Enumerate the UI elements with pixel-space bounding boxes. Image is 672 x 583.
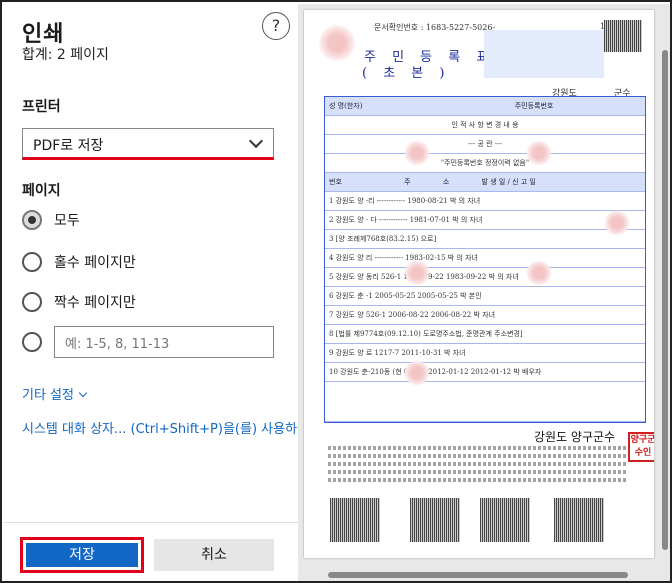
record-table: 성 명(한자) 주민등록번호 인 적 사 항 변 경 내 용 --- 공 란 -…	[324, 96, 646, 423]
footnote-line	[328, 478, 628, 482]
watermark-seal-icon	[404, 260, 430, 286]
table-row: 인 적 사 항 변 경 내 용	[325, 116, 645, 135]
barcode-icon	[330, 498, 380, 542]
barcode-icon	[480, 498, 530, 542]
pages-option-odd[interactable]: 홀수 페이지만	[22, 250, 136, 274]
radio-icon[interactable]	[22, 292, 42, 312]
page-total: 합계: 2 페이지	[22, 47, 109, 63]
help-icon[interactable]: ?	[262, 12, 290, 40]
more-settings-link[interactable]: 기타 설정	[22, 384, 88, 403]
name-label: 성 명(한자)	[329, 102, 363, 110]
col-header: 주	[404, 178, 411, 186]
issuer-name: 강원도 양구군수	[534, 430, 616, 444]
chevron-down-icon	[248, 133, 264, 149]
barcode-icon	[604, 20, 642, 52]
pages-option-all[interactable]: 모두	[22, 208, 80, 232]
table-row: 번호 주 소 발 생 일 / 신 고 일	[325, 173, 645, 192]
table-row: 7 강원도 양 526-1 2006-08-22 2006-08-22 박 자녀	[325, 306, 645, 325]
more-settings-label: 기타 설정	[22, 388, 74, 403]
page-range-input[interactable]: 예: 1-5, 8, 11-13	[54, 326, 274, 358]
barcode-icon	[410, 498, 460, 542]
table-row: 3 [양 조례제768호(83.2.15) 으로]	[325, 230, 645, 249]
watermark-seal-icon	[604, 210, 630, 236]
table-row: 1 강원도 양 ·리 ------------ 1980-08-21 박 의 자…	[325, 192, 645, 211]
watermark-seal-icon	[404, 360, 430, 386]
table-row: 성 명(한자) 주민등록번호	[325, 97, 645, 116]
pages-option-custom[interactable]	[22, 330, 54, 354]
official-seal: 양구군수인	[628, 432, 654, 462]
radio-icon[interactable]	[22, 332, 42, 352]
pages-option-even[interactable]: 짝수 페이지만	[22, 290, 136, 314]
dialog-footer: 저장 취소	[4, 522, 298, 581]
emblem-icon	[318, 24, 356, 62]
table-row: 9 강원도 양 로 1217-7 2011-10-31 박 자녀	[325, 344, 645, 363]
vertical-scrollbar[interactable]	[660, 10, 670, 570]
table-row: 5 강원도 양 동리 526-1 1983-09-22 1983-09-22 박…	[325, 268, 645, 287]
watermark-seal-icon	[404, 140, 430, 166]
col-header: 발 생 일 / 신 고 일	[481, 178, 536, 186]
table-row: 4 강원도 양 리 ------------ 1983-02-15 박 의 자녀	[325, 249, 645, 268]
print-settings-panel: 인쇄 합계: 2 페이지 ? 프린터 PDF로 저장 페이지 모두 홀수 페이지…	[4, 4, 298, 581]
table-row: 8 [법률 제9774호(09.12.10) 도로명주소법, 준명관계 주소변경…	[325, 325, 645, 344]
scrollbar-thumb[interactable]	[662, 50, 668, 550]
watermark-seal-icon	[526, 140, 552, 166]
radio-icon[interactable]	[22, 252, 42, 272]
table-row: --- 공 란 ---	[325, 135, 645, 154]
print-preview-area[interactable]: 문서확인번호 : 1683-5227-5026- 1/2 주 민 등 록 표 (…	[298, 4, 670, 581]
save-button-label: 저장	[26, 543, 138, 567]
table-row: 10 강원도 춘-210동 (현 아파트) 2012-01-12 2012-01…	[325, 363, 645, 382]
doc-subtitle: ( 초 본 )	[362, 66, 451, 81]
table-row: "주민등록번호 정정이력 없음"	[325, 154, 645, 173]
radio-selected-icon[interactable]	[22, 210, 42, 230]
printer-select-value: PDF로 저장	[33, 138, 104, 154]
doc-number: 문서확인번호 : 1683-5227-5026-	[374, 23, 496, 32]
col-header: 번호	[329, 178, 342, 186]
footnote-line	[328, 462, 628, 466]
footnote-line	[328, 446, 628, 450]
system-dialog-link[interactable]: 시스템 대화 상자... (Ctrl+Shift+P)을(를) 사용하여 인	[22, 418, 298, 437]
pages-option-label: 홀수 페이지만	[54, 255, 136, 271]
table-row: 2 강원도 양 · 다 ------------ 1981-07-01 박 의 …	[325, 211, 645, 230]
scrollbar-thumb[interactable]	[328, 572, 628, 578]
barcode-icon	[554, 498, 604, 542]
table-row	[325, 382, 645, 422]
watermark-seal-icon	[526, 260, 552, 286]
pages-option-label: 짝수 페이지만	[54, 295, 136, 311]
printer-section-label: 프린터	[22, 99, 61, 115]
footnote-line	[328, 470, 628, 474]
table-row: 6 강원도 춘 -1 2005-05-25 2005-05-25 박 본인	[325, 287, 645, 306]
pages-section-label: 페이지	[22, 183, 61, 199]
applicant-box	[484, 30, 604, 78]
horizontal-scrollbar[interactable]	[308, 571, 648, 579]
chevron-down-icon	[78, 388, 88, 398]
pages-option-label: 모두	[54, 213, 80, 229]
cancel-button[interactable]: 취소	[154, 539, 274, 571]
print-dialog-window: 인쇄 합계: 2 페이지 ? 프린터 PDF로 저장 페이지 모두 홀수 페이지…	[0, 0, 672, 583]
reg-no-label: 주민등록번호	[514, 102, 554, 110]
footnote-line	[328, 454, 628, 458]
col-header: 소	[442, 178, 450, 186]
save-button[interactable]: 저장	[20, 537, 144, 573]
preview-page: 문서확인번호 : 1683-5227-5026- 1/2 주 민 등 록 표 (…	[304, 10, 654, 558]
printer-select[interactable]: PDF로 저장	[22, 128, 274, 160]
